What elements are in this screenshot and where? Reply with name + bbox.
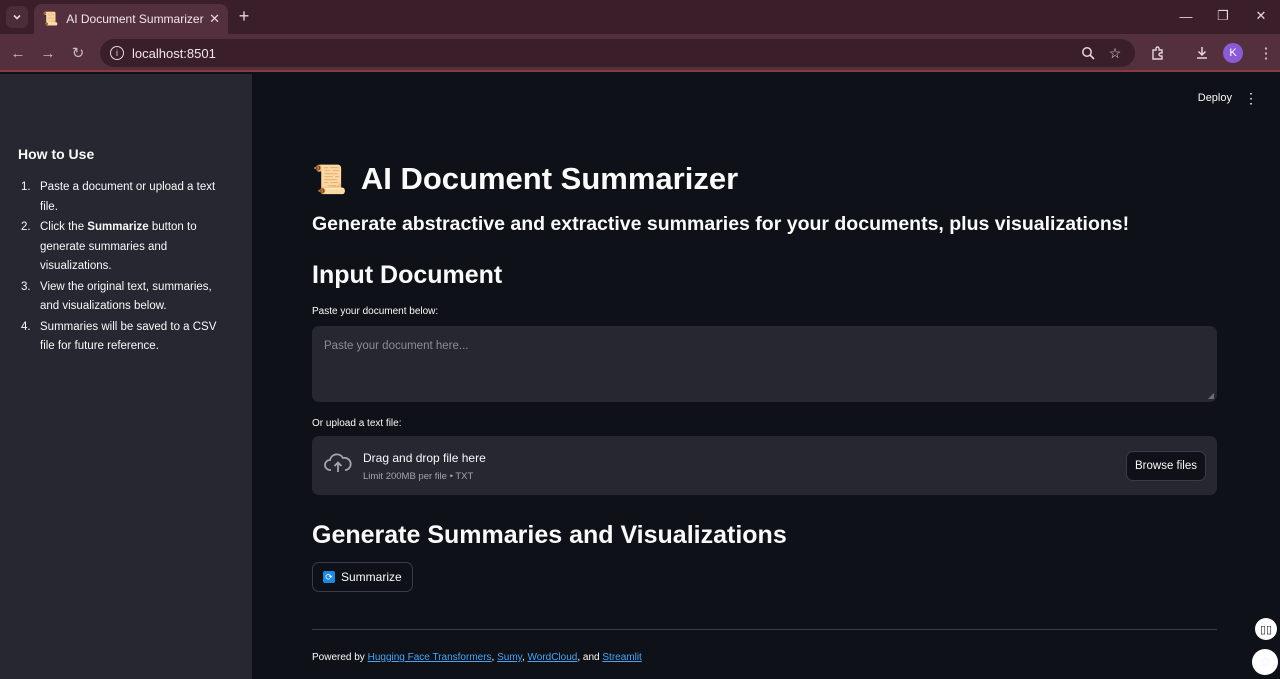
bookmark-star-icon[interactable]: ☆ bbox=[1106, 44, 1124, 62]
step-item: 2. Click the Summarize button to generate… bbox=[21, 221, 197, 272]
paste-label: Paste your document below: bbox=[312, 306, 439, 317]
link-sumy[interactable]: Sumy bbox=[497, 652, 522, 663]
footer: Powered by Hugging Face Transformers, Su… bbox=[312, 652, 642, 663]
profile-avatar[interactable]: K bbox=[1223, 43, 1243, 63]
address-bar[interactable]: i localhost:8501 ☆ bbox=[100, 39, 1135, 67]
restore-button[interactable]: ❐ bbox=[1208, 6, 1238, 26]
chevron-down-icon bbox=[13, 14, 21, 20]
link-hugging-face[interactable]: Hugging Face Transformers bbox=[368, 652, 492, 663]
step-item: 1. Paste a document or upload a text file… bbox=[21, 181, 216, 213]
main-content: 📜 AI Document Summarizer Generate abstra… bbox=[312, 158, 1217, 663]
resize-handle-icon[interactable]: ◢ bbox=[1208, 391, 1214, 400]
step-item: 4. Summaries will be saved to a CSV file … bbox=[21, 320, 217, 353]
browser-tab[interactable]: 📜 AI Document Summarizer ✕ bbox=[34, 4, 228, 34]
tab-search-button[interactable] bbox=[6, 6, 28, 28]
app-menu-icon[interactable]: ⋮ bbox=[1244, 90, 1258, 107]
browser-menu-icon[interactable]: ⋮ bbox=[1256, 43, 1276, 63]
close-window-button[interactable]: ✕ bbox=[1246, 6, 1276, 26]
browser-toolbar: ← → ↻ i localhost:8501 ☆ K ⋮ bbox=[0, 34, 1280, 72]
summarize-button[interactable]: ⟳ Summarize bbox=[312, 562, 413, 592]
link-wordcloud[interactable]: WordCloud bbox=[528, 652, 578, 663]
link-streamlit[interactable]: Streamlit bbox=[602, 652, 641, 663]
reader-icon[interactable]: ▯▯ bbox=[1255, 618, 1277, 640]
reload-button[interactable]: ↻ bbox=[68, 43, 88, 63]
url-text: localhost:8501 bbox=[132, 45, 216, 61]
file-dropzone[interactable]: Drag and drop file here Limit 200MB per … bbox=[312, 436, 1217, 495]
new-tab-button[interactable]: + bbox=[234, 6, 254, 26]
close-tab-icon[interactable]: ✕ bbox=[209, 11, 220, 27]
dropzone-limit: Limit 200MB per file • TXT bbox=[363, 471, 474, 482]
browse-files-button[interactable]: Browse files bbox=[1126, 451, 1206, 481]
zoom-icon[interactable] bbox=[1079, 44, 1097, 62]
deploy-button[interactable]: Deploy bbox=[1198, 92, 1232, 104]
site-info-icon[interactable]: i bbox=[110, 46, 124, 60]
main-area: Deploy ⋮ 📜 AI Document Summarizer Genera… bbox=[252, 74, 1280, 679]
back-button[interactable]: ← bbox=[8, 43, 28, 63]
divider bbox=[312, 629, 1217, 630]
minimize-button[interactable]: — bbox=[1171, 6, 1201, 26]
assistant-icon[interactable]: ✿ bbox=[1252, 649, 1278, 675]
textarea-placeholder: Paste your document here... bbox=[324, 340, 469, 352]
scroll-icon: 📜 bbox=[42, 11, 59, 26]
scroll-icon: 📜 bbox=[312, 163, 347, 195]
dropzone-title: Drag and drop file here bbox=[363, 451, 486, 465]
refresh-icon: ⟳ bbox=[323, 571, 335, 583]
cloud-upload-icon bbox=[324, 453, 352, 472]
tab-title: AI Document Summarizer bbox=[66, 12, 204, 26]
step-item: 3. View the original text, summaries, and… bbox=[21, 280, 212, 313]
download-icon[interactable] bbox=[1192, 43, 1212, 63]
document-textarea[interactable]: Paste your document here... ◢ bbox=[312, 326, 1217, 402]
how-to-steps: 1. Paste a document or upload a text file… bbox=[18, 178, 234, 357]
extensions-icon[interactable] bbox=[1148, 43, 1168, 63]
input-document-heading: Input Document bbox=[312, 261, 503, 289]
browser-tab-bar: 📜 AI Document Summarizer ✕ + — ❐ ✕ bbox=[0, 0, 1280, 34]
sidebar: How to Use 1. Paste a document or upload … bbox=[0, 74, 252, 679]
page-title: 📜 AI Document Summarizer bbox=[312, 161, 739, 196]
upload-label: Or upload a text file: bbox=[312, 418, 402, 429]
sidebar-heading: How to Use bbox=[18, 146, 95, 162]
forward-button[interactable]: → bbox=[38, 43, 58, 63]
page-subtitle: Generate abstractive and extractive summ… bbox=[312, 213, 1130, 235]
generate-heading: Generate Summaries and Visualizations bbox=[312, 521, 787, 549]
